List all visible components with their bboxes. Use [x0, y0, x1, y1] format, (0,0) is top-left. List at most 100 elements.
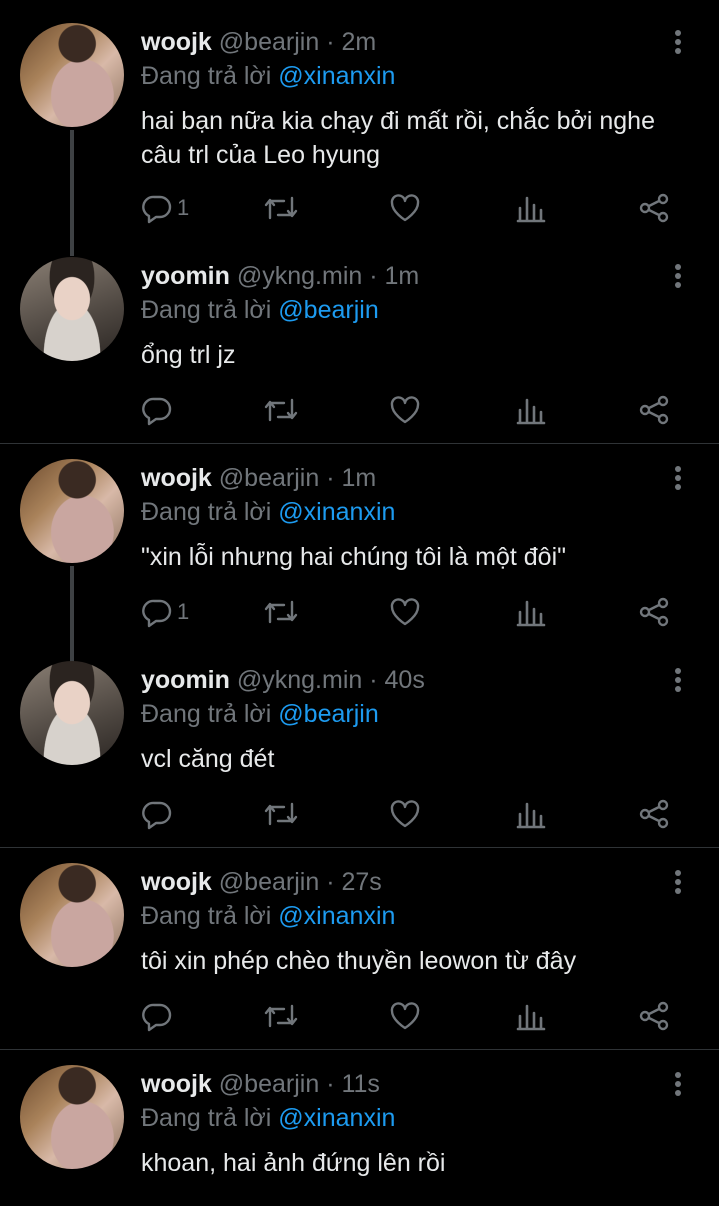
- reply-button[interactable]: 1: [141, 188, 189, 228]
- display-name[interactable]: woojk: [141, 28, 212, 56]
- user-handle[interactable]: @bearjin: [219, 28, 319, 56]
- reply-prefix: Đang trả lời: [141, 1104, 272, 1132]
- share-button[interactable]: [638, 996, 670, 1036]
- timestamp[interactable]: 2m: [341, 28, 376, 56]
- reply-button[interactable]: [141, 794, 177, 834]
- tweet-text: vcl căng đét: [141, 745, 275, 773]
- more-vertical-icon[interactable]: [664, 262, 692, 290]
- avatar[interactable]: [20, 23, 124, 127]
- more-vertical-icon[interactable]: [664, 868, 692, 896]
- tweet-header: yoomin @ykng.min · 40s: [141, 664, 425, 696]
- mention-link[interactable]: @xinanxin: [278, 498, 395, 526]
- retweet-icon: [264, 398, 298, 422]
- separator-dot: ·: [326, 28, 335, 56]
- separator-dot: ·: [326, 464, 335, 492]
- replying-to: Đang trả lời @bearjin: [141, 294, 379, 326]
- views-button[interactable]: [516, 592, 546, 632]
- reply-icon: [142, 397, 172, 426]
- avatar[interactable]: [20, 459, 124, 563]
- like-button[interactable]: [389, 592, 421, 632]
- more-vertical-icon[interactable]: [664, 1070, 692, 1098]
- share-button[interactable]: [638, 794, 670, 834]
- mention-link[interactable]: @xinanxin: [278, 62, 395, 90]
- timestamp[interactable]: 40s: [385, 666, 425, 694]
- retweet-button[interactable]: [262, 592, 300, 632]
- display-name[interactable]: yoomin: [141, 666, 230, 694]
- views-button[interactable]: [516, 794, 546, 834]
- heart-icon: [390, 598, 420, 626]
- retweet-button[interactable]: [262, 390, 300, 430]
- reply-prefix: Đang trả lời: [141, 62, 272, 90]
- views-icon: [516, 196, 546, 223]
- retweet-button[interactable]: [262, 188, 300, 228]
- replying-to: Đang trả lời @bearjin: [141, 698, 379, 730]
- retweet-button[interactable]: [262, 794, 300, 834]
- views-button[interactable]: [516, 188, 546, 228]
- more-vertical-icon[interactable]: [664, 464, 692, 492]
- tweet[interactable]: woojk @bearjin · 11s Đang trả lời @xinan…: [0, 1042, 719, 1206]
- tweet-text: tôi xin phép chèo thuyền leowon từ đây: [141, 947, 577, 975]
- display-name[interactable]: woojk: [141, 1070, 212, 1098]
- mention-link[interactable]: @bearjin: [278, 296, 378, 324]
- user-handle[interactable]: @ykng.min: [237, 666, 362, 694]
- reply-button[interactable]: [141, 996, 177, 1036]
- display-name[interactable]: woojk: [141, 464, 212, 492]
- timestamp[interactable]: 11s: [341, 1070, 379, 1098]
- more-vertical-icon[interactable]: [664, 666, 692, 694]
- reply-button[interactable]: 1: [141, 592, 189, 632]
- reply-prefix: Đang trả lời: [141, 296, 272, 324]
- action-bar: [0, 794, 719, 834]
- tweet-header: yoomin @ykng.min · 1m: [141, 260, 419, 292]
- heart-icon: [390, 396, 420, 424]
- retweet-icon: [264, 1004, 298, 1028]
- share-icon: [639, 799, 669, 829]
- avatar[interactable]: [20, 661, 124, 765]
- share-icon: [639, 193, 669, 223]
- retweet-icon: [264, 600, 298, 624]
- timestamp[interactable]: 1m: [341, 464, 376, 492]
- mention-link[interactable]: @xinanxin: [278, 1104, 395, 1132]
- avatar[interactable]: [20, 1065, 124, 1169]
- share-button[interactable]: [638, 592, 670, 632]
- user-handle[interactable]: @ykng.min: [237, 262, 362, 290]
- user-handle[interactable]: @bearjin: [219, 868, 319, 896]
- tweet[interactable]: woojk @bearjin · 1m Đang trả lời @xinanx…: [0, 436, 719, 690]
- display-name[interactable]: woojk: [141, 868, 212, 896]
- like-button[interactable]: [389, 794, 421, 834]
- share-button[interactable]: [638, 188, 670, 228]
- heart-icon: [390, 1002, 420, 1030]
- tweet[interactable]: woojk @bearjin · 2m Đang trả lời @xinanx…: [0, 0, 719, 256]
- tweet-text: hai bạn nữa kia chạy đi mất rồi, chắc bở…: [141, 107, 655, 169]
- reply-button[interactable]: [141, 390, 177, 430]
- mention-link[interactable]: @xinanxin: [278, 902, 395, 930]
- replying-to: Đang trả lời @xinanxin: [141, 1102, 395, 1134]
- more-vertical-icon[interactable]: [664, 28, 692, 56]
- tweet-header: woojk @bearjin · 2m: [141, 26, 376, 58]
- separator-dot: ·: [369, 262, 378, 290]
- mention-link[interactable]: @bearjin: [278, 700, 378, 728]
- display-name[interactable]: yoomin: [141, 262, 230, 290]
- action-bar: 1: [0, 592, 719, 632]
- reply-prefix: Đang trả lời: [141, 902, 272, 930]
- action-bar: [0, 996, 719, 1036]
- like-button[interactable]: [389, 996, 421, 1036]
- tweet[interactable]: yoomin @ykng.min · 40s Đang trả lời @bea…: [0, 638, 719, 846]
- views-icon: [516, 398, 546, 425]
- user-handle[interactable]: @bearjin: [219, 1070, 319, 1098]
- share-button[interactable]: [638, 390, 670, 430]
- tweet[interactable]: woojk @bearjin · 27s Đang trả lời @xinan…: [0, 840, 719, 1048]
- retweet-icon: [264, 196, 298, 220]
- views-button[interactable]: [516, 996, 546, 1036]
- tweet-header: woojk @bearjin · 27s: [141, 866, 382, 898]
- avatar[interactable]: [20, 863, 124, 967]
- reply-count: 1: [177, 195, 190, 220]
- user-handle[interactable]: @bearjin: [219, 464, 319, 492]
- views-button[interactable]: [516, 390, 546, 430]
- avatar[interactable]: [20, 257, 124, 361]
- timestamp[interactable]: 1m: [385, 262, 420, 290]
- tweet[interactable]: yoomin @ykng.min · 1m Đang trả lời @bear…: [0, 234, 719, 442]
- like-button[interactable]: [389, 390, 421, 430]
- timestamp[interactable]: 27s: [341, 868, 381, 896]
- retweet-button[interactable]: [262, 996, 300, 1036]
- like-button[interactable]: [389, 188, 421, 228]
